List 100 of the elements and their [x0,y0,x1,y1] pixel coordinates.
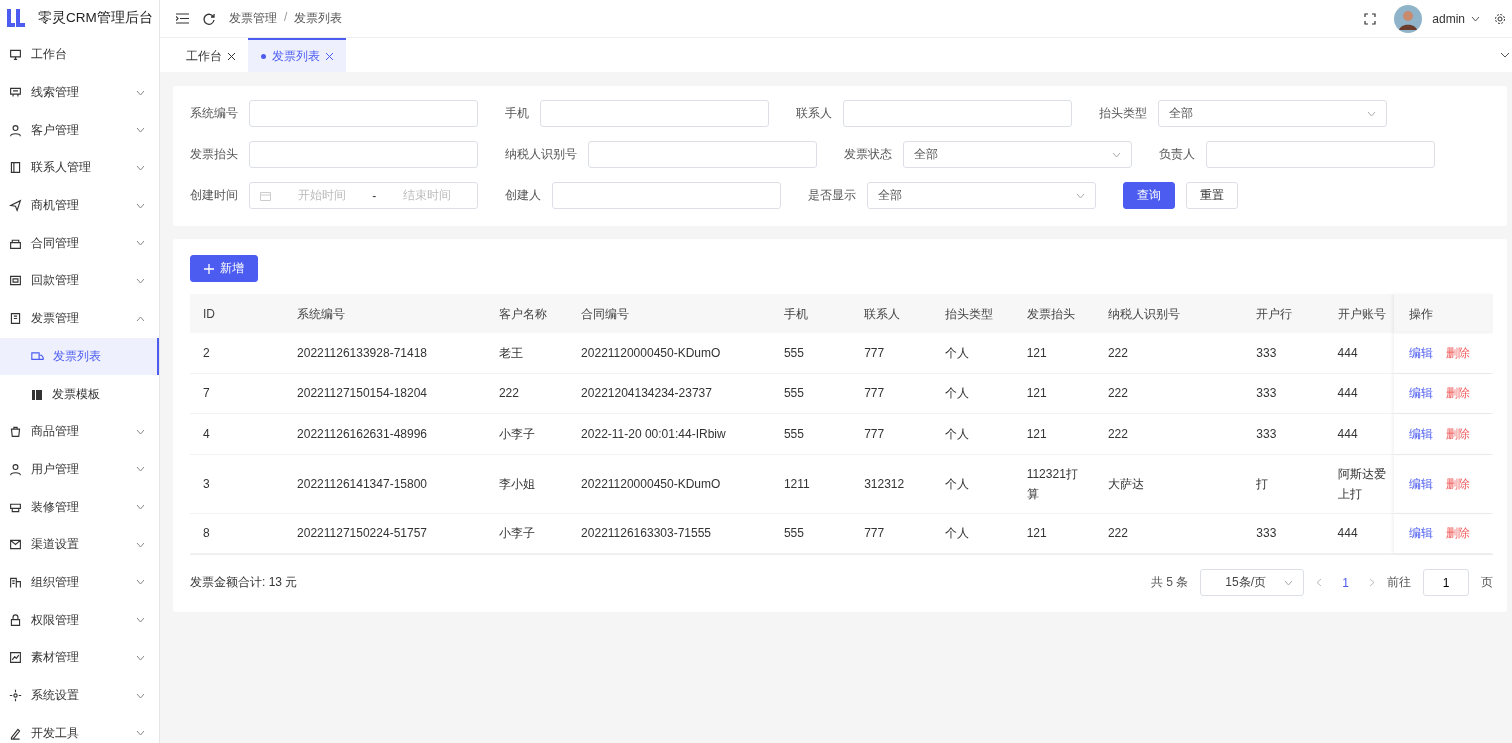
table-cell-text: 112321打算 [1025,465,1079,503]
edit-link[interactable]: 编辑 [1409,383,1433,404]
table-cell-text: 2 [202,344,211,362]
column-header: 操作 [1394,294,1494,333]
sidebar-item[interactable]: 商机管理 [0,186,159,225]
delete-link[interactable]: 删除 [1446,523,1470,544]
sidebar-item[interactable]: 系统设置 [0,676,159,715]
table-cell-text: 20221126133928-71418 [296,344,428,362]
field-label: 发票抬头 [190,146,238,163]
table-cell-text: 小李子 [497,425,536,443]
page-input[interactable]: 1 [1423,569,1469,596]
total-count: 共 5 条 [1150,574,1189,591]
input-field[interactable] [588,141,817,168]
input-field[interactable] [1206,141,1435,168]
table-cell-text: 333 [1255,425,1278,443]
avatar-icon[interactable] [1394,4,1423,33]
sidebar-item[interactable]: 用户管理 [0,450,159,489]
delete-link[interactable]: 删除 [1446,342,1470,363]
select-field[interactable]: 全部 [1158,100,1387,127]
table-cell-text: 3 [202,475,211,493]
search-button[interactable]: 查询 [1123,182,1175,209]
table-cell-text: 小李子 [497,525,536,543]
sidebar-item[interactable]: 客户管理 [0,111,159,150]
table-cell-text: 个人 [944,344,971,362]
user-name[interactable]: admin [1432,11,1465,26]
table-cell-text: 老王 [497,344,524,362]
table-cell-text: 1211 [782,475,811,493]
edit-link[interactable]: 编辑 [1409,423,1433,444]
field-label: 创建人 [505,187,541,204]
field-label: 系统编号 [190,105,238,122]
input-field[interactable] [540,100,769,127]
table-cell-text: 阿斯达爱上打 [1336,465,1387,503]
sidebar-item[interactable]: 开发工具 [0,714,159,743]
table-cell-text: 个人 [944,425,971,443]
field-label: 创建时间 [190,187,238,204]
truck-icon [31,350,44,362]
table-cell-text: 20221126141347-15800 [296,475,428,493]
sidebar-item[interactable]: 合同管理 [0,224,159,263]
column-header: 开户账号 [1336,305,1387,323]
table-cell-text: 121 [1025,385,1048,403]
sidebar-subitem[interactable]: 发票列表 [0,337,159,376]
table-cell-text: 20221126162631-48996 [296,425,428,443]
page-tab[interactable]: 发票列表 [248,38,346,72]
select-field[interactable]: 全部 [867,182,1096,209]
page-number[interactable]: 1 [1334,575,1357,590]
chevron-icon[interactable] [1471,15,1480,22]
logo-icon [6,8,28,28]
chevron-icon[interactable] [1500,52,1510,58]
sidebar-item[interactable]: 权限管理 [0,601,159,639]
table-cell-text: 444 [1336,425,1359,443]
sidebar-item[interactable]: 联系人管理 [0,149,159,187]
sidebar-item[interactable]: 工作台 [0,36,159,74]
input-field[interactable] [552,182,781,209]
select-field[interactable]: 全部 [903,141,1132,168]
table-cell-text: 312312 [863,475,906,493]
breadcrumb-item[interactable]: 发票管理 [229,10,277,27]
delete-link[interactable]: 删除 [1446,423,1470,444]
table-cell-text: 222 [1106,344,1129,362]
fullscreen-icon[interactable] [1364,12,1377,25]
sidebar-item[interactable]: 组织管理 [0,563,159,602]
delete-link[interactable]: 删除 [1446,383,1470,404]
sidebar-item[interactable]: 素材管理 [0,639,159,677]
table-cell-text: 20221126163303-71555 [580,525,713,543]
input-field[interactable] [843,100,1072,127]
delete-link[interactable]: 删除 [1446,473,1470,494]
sidebar-item[interactable]: 发票管理 [0,299,159,338]
sidebar-item[interactable]: 商品管理 [0,412,159,451]
table-cell-text: 李小姐 [497,475,536,493]
reset-button[interactable]: 重置 [1186,182,1238,209]
table-cell-text: 121 [1025,425,1048,443]
table-cell-text: 222 [1106,425,1129,443]
column-header: 抬头类型 [944,305,995,323]
table-cell-text: 222 [1106,525,1129,543]
table-cell-text: 121 [1025,525,1048,543]
input-field[interactable] [249,141,478,168]
add-button[interactable]: 新增 [190,255,258,282]
sidebar-item[interactable]: 线索管理 [0,73,159,112]
table-cell-text: 4 [202,425,211,443]
page-size-select[interactable]: 15条/页 [1200,569,1305,596]
table-cell-text: 777 [863,425,886,443]
sidebar-item[interactable]: 装修管理 [0,488,159,526]
page-tab[interactable]: 工作台 [173,38,248,72]
edit-link[interactable]: 编辑 [1409,342,1433,363]
refresh-icon[interactable] [203,12,215,25]
date-range-field[interactable]: 开始时间 - 结束时间 [249,182,478,209]
sidebar-item[interactable]: 回款管理 [0,262,159,300]
table-cell-text: 个人 [944,525,971,543]
column-header: 手机 [782,305,809,323]
input-field[interactable] [249,100,478,127]
field-label: 负责人 [1159,146,1195,163]
chevron-icon [1284,579,1294,586]
settings-icon[interactable] [1494,12,1506,25]
edit-link[interactable]: 编辑 [1409,523,1433,544]
table-cell-text: 777 [863,385,886,403]
close-icon[interactable] [228,52,235,60]
sidebar-subitem[interactable]: 发票模板 [0,375,159,413]
edit-link[interactable]: 编辑 [1409,473,1433,494]
table-cell-text: 333 [1255,385,1278,403]
table-cell-text: 333 [1255,525,1278,543]
sidebar-item[interactable]: 渠道设置 [0,525,159,564]
